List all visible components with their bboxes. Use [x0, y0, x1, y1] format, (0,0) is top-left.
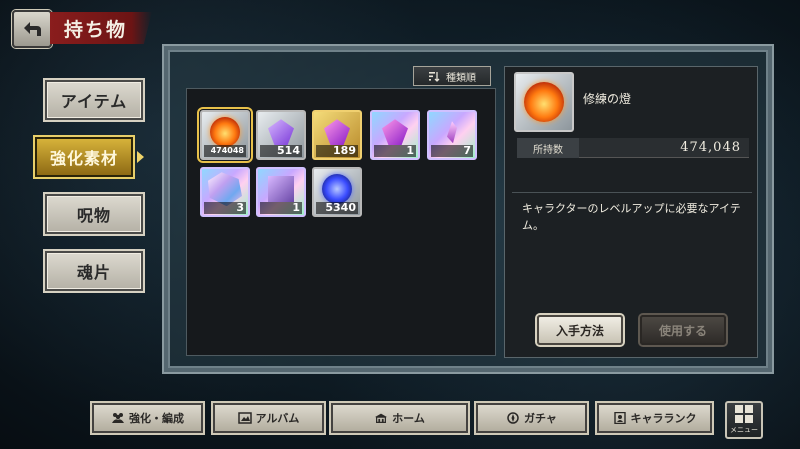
menu-button[interactable]: メニュー — [725, 401, 763, 439]
item-count: 1 — [374, 145, 416, 157]
acquire-method-button[interactable]: 入手方法 — [537, 315, 623, 345]
nav-album-button[interactable]: アルバム — [213, 403, 324, 433]
item-description: キャラクターのレベルアップに必要なアイテム。 — [522, 202, 741, 232]
gacha-icon — [506, 412, 520, 424]
orange-orb-icon — [524, 82, 564, 122]
item-slot[interactable]: 3 — [200, 167, 250, 217]
quantity-value: 474,048 — [680, 140, 741, 155]
nav-enhance-button[interactable]: 強化・編成 — [92, 403, 203, 433]
tab-items[interactable]: アイテム — [45, 80, 143, 120]
item-count: 1 — [260, 202, 302, 214]
crystal-cube-icon — [268, 176, 294, 203]
purple-crystal-rainbow-icon — [382, 119, 408, 146]
back-button[interactable] — [12, 10, 52, 48]
purple-crystal-gold-icon — [324, 119, 350, 146]
divider — [512, 192, 752, 193]
quantity-label: 所持数 — [517, 138, 579, 158]
nav-album-label: アルバム — [255, 412, 300, 425]
nav-home-label: ホーム — [392, 412, 425, 425]
purple-crystal-icon — [268, 119, 294, 146]
page-title: 持ち物 — [50, 12, 152, 44]
item-slot[interactable]: 1 — [370, 110, 420, 160]
nav-character-rank-button[interactable]: キャラランク — [597, 403, 712, 433]
item-count: 3 — [204, 202, 246, 214]
item-slot[interactable]: 189 — [312, 110, 362, 160]
active-tab-arrow-icon — [137, 151, 144, 163]
item-count: 514 — [260, 145, 302, 157]
blue-orb-icon — [322, 174, 352, 205]
nav-home-button[interactable]: ホーム — [331, 403, 468, 433]
sort-button[interactable]: 種類順 — [413, 66, 491, 86]
sort-label: 種類順 — [446, 72, 476, 84]
character-card-icon — [613, 412, 627, 424]
tab-soul-fragments[interactable]: 魂片 — [45, 251, 143, 291]
item-name: 修練の燈 — [583, 92, 632, 106]
sort-icon — [429, 71, 440, 82]
back-arrow-icon — [24, 22, 41, 36]
nav-gacha-label: ガチャ — [524, 412, 557, 425]
home-icon — [374, 412, 388, 424]
people-icon — [111, 412, 125, 424]
pink-shard-icon — [447, 121, 457, 144]
nav-enhance-label: 強化・編成 — [129, 412, 184, 425]
item-slot[interactable]: 474048 — [197, 107, 253, 163]
item-count: 474048 — [204, 145, 246, 157]
item-slot[interactable]: 7 — [427, 110, 477, 160]
item-slot[interactable]: 1 — [256, 167, 306, 217]
menu-label: メニュー — [730, 426, 758, 434]
use-button[interactable]: 使用する — [640, 315, 726, 345]
menu-grid-icon — [735, 405, 753, 423]
item-count: 5340 — [316, 202, 358, 214]
item-slot[interactable]: 514 — [256, 110, 306, 160]
item-count: 7 — [431, 145, 473, 157]
nav-character-rank-label: キャラランク — [630, 412, 697, 425]
orange-orb-icon — [210, 117, 240, 148]
item-count: 189 — [316, 145, 358, 157]
quantity-row: 所持数 474,048 — [517, 138, 749, 158]
tab-enhance-materials[interactable]: 強化素材 — [35, 137, 133, 177]
nav-gacha-button[interactable]: ガチャ — [476, 403, 587, 433]
album-icon — [237, 412, 252, 424]
detail-item-icon — [514, 72, 574, 132]
item-slot[interactable]: 5340 — [312, 167, 362, 217]
tab-cursed-objects[interactable]: 呪物 — [45, 194, 143, 234]
